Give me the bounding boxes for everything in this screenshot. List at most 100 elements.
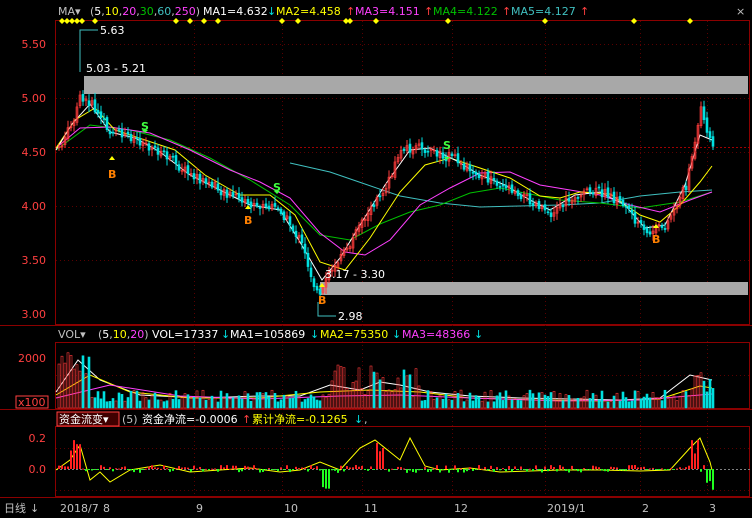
money-flow-bar bbox=[292, 469, 294, 470]
money-flow-bar bbox=[286, 465, 288, 469]
svg-text:,: , bbox=[364, 413, 368, 426]
candle-body bbox=[246, 198, 250, 204]
volume-bar bbox=[510, 399, 514, 409]
vol-menu[interactable]: VOL▾ bbox=[58, 328, 86, 341]
candle-body bbox=[495, 180, 499, 186]
money-flow-bar bbox=[409, 469, 411, 471]
money-flow-bar bbox=[223, 467, 225, 469]
money-flow-bar bbox=[712, 469, 714, 490]
candle-body bbox=[537, 200, 541, 209]
signal-diamond bbox=[79, 18, 85, 24]
volume-bar bbox=[687, 395, 691, 409]
volume-bar bbox=[78, 370, 82, 409]
money-flow-bar bbox=[571, 465, 573, 469]
volume-bar bbox=[705, 391, 709, 409]
money-flow-bar bbox=[73, 440, 75, 469]
ma4-value: MA4=4.122 bbox=[433, 5, 498, 18]
money-flow-bar bbox=[262, 469, 264, 472]
volume-bar bbox=[609, 401, 613, 409]
volume-bar bbox=[87, 356, 91, 409]
candle-body bbox=[408, 143, 412, 153]
ma3-arrow: ↑ bbox=[424, 5, 433, 18]
high-label: 5.63 bbox=[100, 24, 125, 37]
money-flow-bar bbox=[235, 465, 237, 469]
volume-bar bbox=[708, 379, 712, 409]
volume-bar bbox=[102, 391, 106, 409]
volume-bar bbox=[60, 355, 64, 409]
money-flow-bar bbox=[175, 468, 177, 470]
volume-bar bbox=[114, 400, 118, 409]
money-flow-bar bbox=[355, 465, 357, 469]
money-flow-bar bbox=[619, 469, 621, 471]
period-selector[interactable]: 日线 bbox=[4, 501, 26, 515]
volume-bar bbox=[303, 399, 307, 409]
money-flow-bar bbox=[679, 467, 681, 469]
volume-bar bbox=[174, 390, 178, 409]
signal-diamond bbox=[201, 18, 207, 24]
money-flow-bar bbox=[310, 465, 312, 469]
stock-chart[interactable]: 5.63 2.98 5.03 - 5.21 3.17 - 3.30 S S S … bbox=[0, 0, 752, 518]
volume-bar bbox=[288, 398, 292, 409]
candle-body bbox=[486, 171, 490, 183]
money-flow-bar bbox=[379, 451, 381, 469]
close-icon[interactable]: × bbox=[736, 5, 745, 18]
volume-bar bbox=[282, 394, 286, 409]
volume-bar bbox=[105, 401, 109, 409]
svg-text:2019/1: 2019/1 bbox=[547, 502, 586, 515]
svg-text:10: 10 bbox=[284, 502, 298, 515]
money-flow-bar bbox=[133, 469, 135, 473]
money-flow-bar bbox=[265, 469, 267, 470]
volume-bar bbox=[144, 397, 148, 409]
candle-body bbox=[267, 205, 271, 210]
volume-bar bbox=[426, 390, 430, 409]
money-flow-bar bbox=[427, 469, 429, 473]
money-flow-header: 资金流变▾ (5) 资金净流=-0.0006 ↑ 累计净流=-0.1265 ↓ … bbox=[56, 411, 368, 427]
money-flow-bar bbox=[403, 468, 405, 470]
volume-bar bbox=[459, 389, 463, 409]
money-flow-bar bbox=[136, 469, 138, 470]
volume-bar bbox=[606, 401, 610, 409]
signal-diamond bbox=[187, 18, 193, 24]
ma-menu[interactable]: MA▾ bbox=[58, 5, 81, 18]
money-flow-bar bbox=[475, 469, 477, 470]
candle-body bbox=[126, 131, 130, 135]
svg-text:3.00: 3.00 bbox=[22, 308, 47, 321]
volume-bar bbox=[456, 393, 460, 409]
money-flow-bar bbox=[478, 465, 480, 469]
volume-bar bbox=[195, 390, 199, 409]
volume-bar bbox=[693, 375, 697, 409]
volume-bar bbox=[315, 399, 319, 409]
money-flow-bar bbox=[79, 444, 81, 469]
volume-bar bbox=[90, 396, 94, 409]
volume-bar bbox=[633, 390, 637, 409]
money-flow-bar bbox=[574, 469, 576, 470]
volume-bar bbox=[117, 392, 121, 409]
money-flow-bar bbox=[649, 468, 651, 470]
period-arrow[interactable]: ↓ bbox=[30, 502, 39, 515]
volume-bar bbox=[504, 390, 508, 409]
lower-band-label: 3.17 - 3.30 bbox=[325, 268, 385, 281]
money-flow-bar bbox=[352, 467, 354, 469]
money-flow-bar bbox=[448, 469, 450, 473]
money-flow-bar bbox=[205, 468, 207, 470]
money-flow-bar bbox=[538, 469, 540, 471]
candle-body bbox=[546, 211, 550, 214]
money-flow-bar bbox=[664, 469, 666, 471]
money-axis-top: 0.2 bbox=[29, 432, 47, 445]
money-menu[interactable]: 资金流变▾ bbox=[59, 412, 109, 426]
signal-diamond bbox=[295, 18, 301, 24]
volume-bar bbox=[513, 398, 517, 409]
money-flow-bar bbox=[676, 468, 678, 470]
candle-body bbox=[192, 173, 196, 180]
candle-body bbox=[378, 195, 382, 198]
money-flow-bar bbox=[553, 466, 555, 469]
money-flow-bar bbox=[469, 467, 471, 469]
money-flow-bar bbox=[97, 469, 99, 470]
candle-body bbox=[372, 204, 376, 208]
money-flow-bar bbox=[514, 466, 516, 469]
volume-bar bbox=[384, 391, 388, 409]
volume-bar bbox=[468, 392, 472, 409]
volume-bar bbox=[528, 389, 532, 409]
money-flow-bar bbox=[613, 467, 615, 469]
volume-bar bbox=[621, 391, 625, 409]
